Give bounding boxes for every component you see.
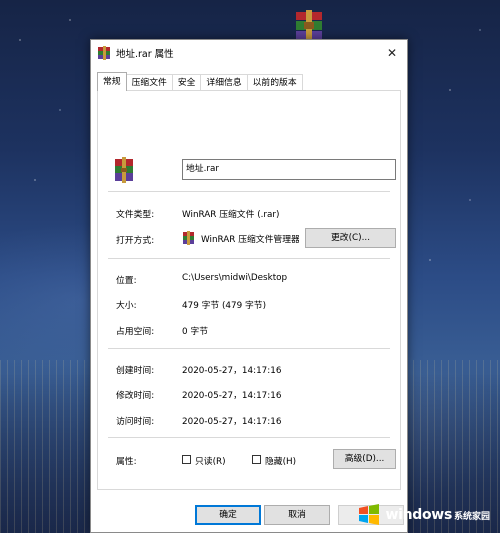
advanced-button[interactable]: 高级(D)... bbox=[333, 449, 396, 469]
readonly-checkbox[interactable] bbox=[182, 455, 191, 464]
windows-logo-icon bbox=[359, 504, 380, 525]
opens-with-value: WinRAR 压缩文件管理器 bbox=[201, 235, 299, 245]
general-panel: 地址.rar 文件类型: WinRAR 压缩文件 (.rar) 打开方式: Wi… bbox=[97, 90, 401, 490]
tab-general[interactable]: 常规 bbox=[97, 72, 127, 91]
close-icon: ✕ bbox=[386, 45, 398, 60]
created-label: 创建时间: bbox=[116, 366, 155, 376]
cancel-button[interactable]: 取消 bbox=[264, 505, 330, 525]
watermark-subtext: 系统家园 bbox=[453, 511, 490, 522]
winrar-archive-icon[interactable] bbox=[292, 10, 326, 42]
tab-archive[interactable]: 压缩文件 bbox=[125, 74, 173, 91]
accessed-value: 2020-05-27，14:17:16 bbox=[182, 417, 282, 427]
tab-previous-versions[interactable]: 以前的版本 bbox=[246, 74, 303, 91]
size-on-disk-value: 0 字节 bbox=[182, 327, 208, 337]
file-type-label: 文件类型: bbox=[116, 210, 155, 220]
title-bar[interactable]: 地址.rar 属性 ✕ bbox=[91, 40, 407, 65]
size-value: 479 字节 (479 字节) bbox=[182, 301, 267, 311]
watermark-text: windows bbox=[385, 507, 452, 523]
winrar-archive-icon bbox=[115, 157, 133, 183]
divider bbox=[108, 348, 390, 349]
location-value: C:\Users\midwi\Desktop bbox=[182, 273, 288, 283]
tab-security[interactable]: 安全 bbox=[171, 74, 202, 91]
ok-button[interactable]: 确定 bbox=[195, 505, 261, 525]
attributes-label: 属性: bbox=[116, 457, 137, 467]
close-button[interactable]: ✕ bbox=[377, 40, 407, 65]
accessed-label: 访问时间: bbox=[116, 417, 155, 427]
opens-with-label: 打开方式: bbox=[116, 236, 155, 246]
winrar-archive-icon bbox=[98, 45, 110, 60]
location-label: 位置: bbox=[116, 276, 137, 286]
winrar-app-icon bbox=[183, 231, 194, 245]
divider bbox=[108, 258, 390, 259]
filename-field[interactable]: 地址.rar bbox=[182, 159, 396, 180]
modified-label: 修改时间: bbox=[116, 391, 155, 401]
readonly-label: 只读(R) bbox=[195, 457, 226, 467]
size-on-disk-label: 占用空间: bbox=[116, 327, 155, 337]
dialog-title: 地址.rar 属性 bbox=[116, 48, 174, 60]
hidden-label: 隐藏(H) bbox=[265, 457, 297, 467]
properties-dialog: 地址.rar 属性 ✕ 常规 压缩文件 安全 详细信息 以前的版本 地址.rar… bbox=[90, 39, 408, 533]
hidden-checkbox[interactable] bbox=[252, 455, 261, 464]
divider bbox=[108, 437, 390, 438]
size-label: 大小: bbox=[116, 301, 137, 311]
watermark: windows 系统家园 bbox=[357, 504, 490, 526]
modified-value: 2020-05-27，14:17:16 bbox=[182, 391, 282, 401]
change-button[interactable]: 更改(C)... bbox=[305, 228, 396, 248]
divider bbox=[108, 191, 390, 192]
created-value: 2020-05-27，14:17:16 bbox=[182, 366, 282, 376]
tab-details[interactable]: 详细信息 bbox=[200, 74, 248, 91]
tab-strip: 常规 压缩文件 安全 详细信息 以前的版本 bbox=[97, 72, 303, 91]
file-type-value: WinRAR 压缩文件 (.rar) bbox=[182, 210, 280, 220]
